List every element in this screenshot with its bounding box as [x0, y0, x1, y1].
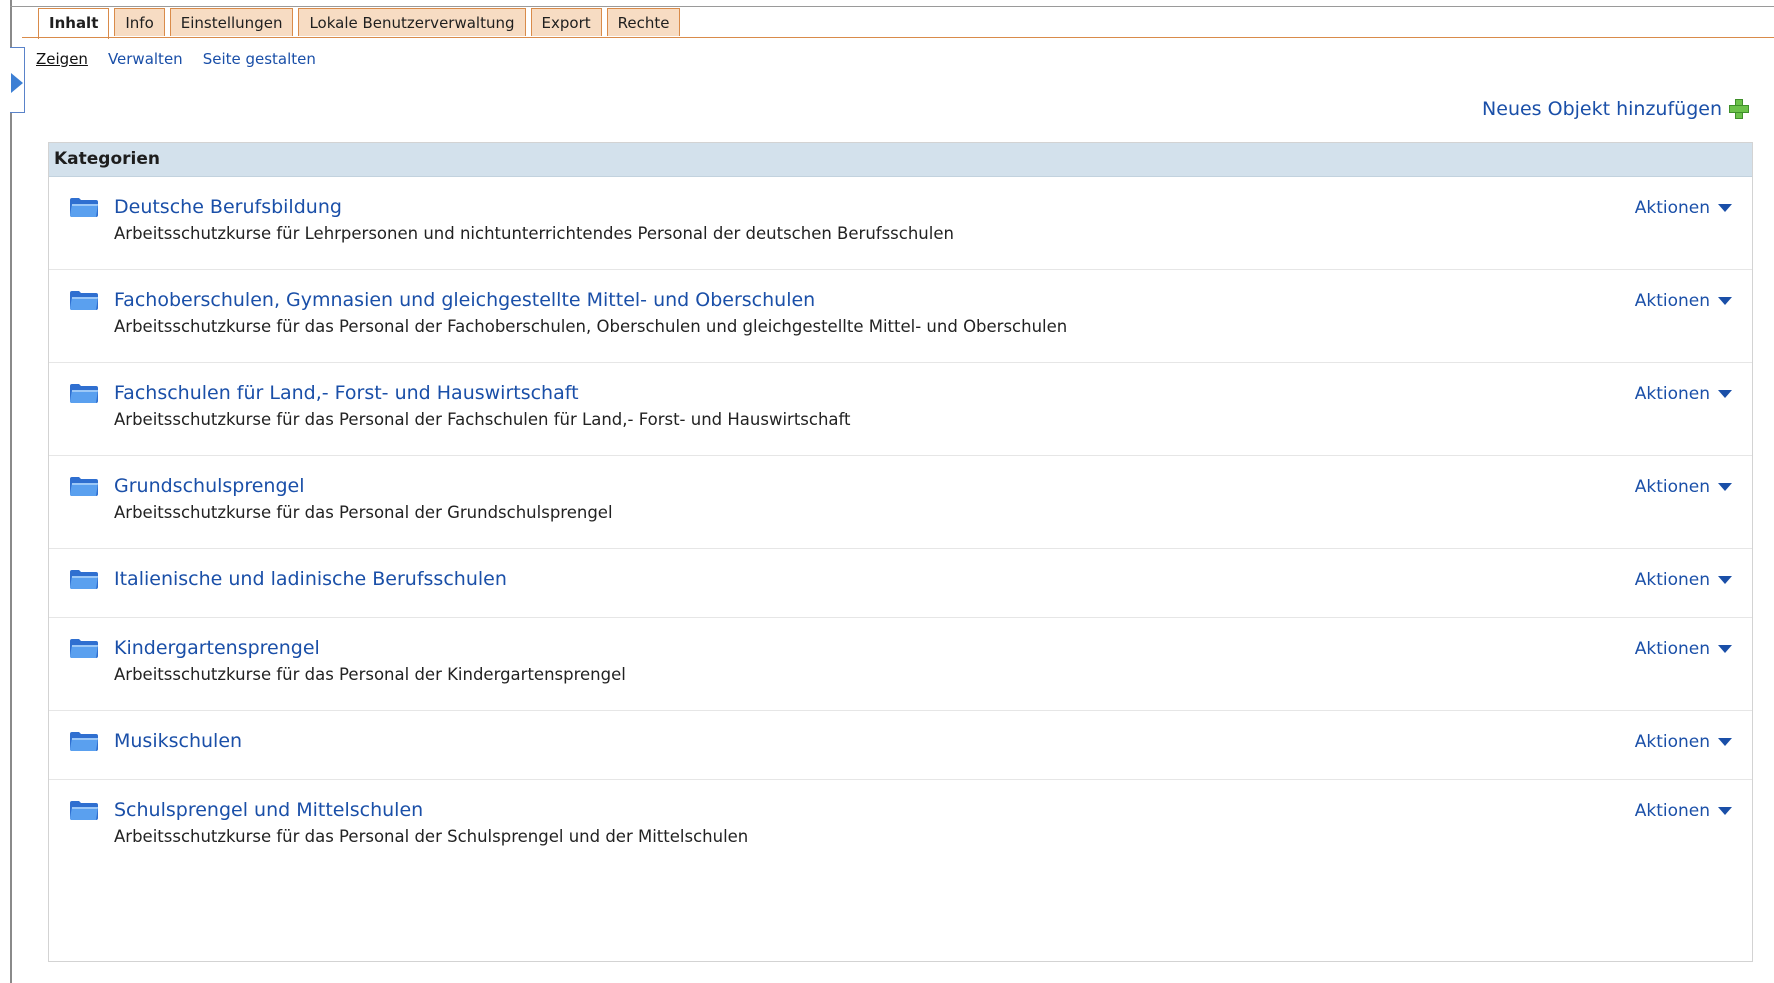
actions-label: Aktionen [1634, 291, 1710, 311]
tab-divider [22, 37, 1774, 38]
add-object-label: Neues Objekt hinzufügen [1482, 98, 1722, 120]
category-row: Grundschulsprengel Arbeitsschutzkurse für… [49, 456, 1752, 549]
tab-einstellungen[interactable]: Einstellungen [169, 8, 294, 36]
caret-down-icon [1718, 390, 1732, 398]
actions-dropdown[interactable]: Aktionen [1635, 639, 1732, 659]
top-divider [10, 6, 1774, 7]
category-row: Deutsche Berufsbildung Arbeitsschutzkurse… [49, 177, 1752, 270]
folder-icon [69, 475, 99, 497]
category-row: Kindergartensprengel Arbeitsschutzkurse f… [49, 618, 1752, 711]
add-object-link[interactable]: Neues Objekt hinzufügen [1482, 98, 1750, 120]
tab-inhalt[interactable]: Inhalt [38, 8, 110, 39]
category-title-link[interactable]: Grundschulsprengel [114, 475, 305, 497]
tab-info[interactable]: Info [114, 8, 165, 36]
actions-label: Aktionen [1634, 570, 1710, 590]
category-list: Deutsche Berufsbildung Arbeitsschutzkurse… [49, 177, 1752, 873]
expand-arrow-icon [11, 73, 23, 93]
category-row: Italienische und ladinische Berufsschule… [49, 549, 1752, 618]
category-description: Arbeitsschutzkurse für Lehrpersonen und … [114, 224, 954, 243]
category-description: Arbeitsschutzkurse für das Personal der … [114, 827, 749, 846]
categories-panel: Kategorien Deutsche Berufsbildung Arbeits… [48, 142, 1753, 962]
category-description: Arbeitsschutzkurse für das Personal der … [114, 317, 1068, 336]
actions-dropdown[interactable]: Aktionen [1635, 384, 1732, 404]
main-tabs: Inhalt Info Einstellungen Lokale Benutze… [38, 8, 681, 39]
category-title-link[interactable]: Fachschulen für Land,- Forst- und Hauswi… [114, 382, 579, 404]
category-title-link[interactable]: Kindergartensprengel [114, 637, 320, 659]
caret-down-icon [1718, 645, 1732, 653]
actions-label: Aktionen [1634, 732, 1710, 752]
folder-icon [69, 730, 99, 752]
category-description: Arbeitsschutzkurse für das Personal der … [114, 665, 626, 684]
category-description: Arbeitsschutzkurse für das Personal der … [114, 503, 613, 522]
actions-label: Aktionen [1634, 477, 1710, 497]
sidebar-toggle-handle[interactable] [10, 47, 25, 113]
actions-label: Aktionen [1634, 639, 1710, 659]
folder-icon [69, 196, 99, 218]
actions-label: Aktionen [1634, 384, 1710, 404]
tab-rechte[interactable]: Rechte [606, 8, 681, 36]
actions-dropdown[interactable]: Aktionen [1635, 291, 1732, 311]
folder-icon [69, 382, 99, 404]
plus-icon [1728, 98, 1750, 120]
folder-icon [69, 637, 99, 659]
actions-dropdown[interactable]: Aktionen [1635, 801, 1732, 821]
category-title-link[interactable]: Schulsprengel und Mittelschulen [114, 799, 423, 821]
actions-dropdown[interactable]: Aktionen [1635, 198, 1732, 218]
category-title-link[interactable]: Italienische und ladinische Berufsschule… [114, 568, 507, 590]
tab-lokale-benutzerverwaltung[interactable]: Lokale Benutzerverwaltung [298, 8, 526, 36]
folder-icon [69, 568, 99, 590]
actions-dropdown[interactable]: Aktionen [1635, 732, 1732, 752]
category-title-link[interactable]: Musikschulen [114, 730, 242, 752]
actions-dropdown[interactable]: Aktionen [1635, 570, 1732, 590]
actions-label: Aktionen [1634, 801, 1710, 821]
category-row: Musikschulen Aktionen [49, 711, 1752, 780]
category-row: Fachschulen für Land,- Forst- und Hauswi… [49, 363, 1752, 456]
actions-dropdown[interactable]: Aktionen [1635, 477, 1732, 497]
caret-down-icon [1718, 738, 1732, 746]
subtab-zeigen[interactable]: Zeigen [36, 50, 88, 68]
subtab-seite-gestalten[interactable]: Seite gestalten [203, 50, 316, 68]
folder-icon [69, 289, 99, 311]
caret-down-icon [1718, 297, 1732, 305]
panel-header: Kategorien [49, 143, 1752, 177]
category-description: Arbeitsschutzkurse für das Personal der … [114, 410, 851, 429]
category-row: Fachoberschulen, Gymnasien und gleichges… [49, 270, 1752, 363]
category-title-link[interactable]: Deutsche Berufsbildung [114, 196, 342, 218]
category-title-link[interactable]: Fachoberschulen, Gymnasien und gleichges… [114, 289, 815, 311]
subtab-verwalten[interactable]: Verwalten [108, 50, 183, 68]
caret-down-icon [1718, 204, 1732, 212]
actions-label: Aktionen [1634, 198, 1710, 218]
tab-export[interactable]: Export [530, 8, 602, 36]
sub-tabs: Zeigen Verwalten Seite gestalten [36, 50, 316, 68]
folder-icon [69, 799, 99, 821]
caret-down-icon [1718, 807, 1732, 815]
caret-down-icon [1718, 483, 1732, 491]
category-row: Schulsprengel und Mittelschulen Arbeitssc… [49, 780, 1752, 873]
caret-down-icon [1718, 576, 1732, 584]
